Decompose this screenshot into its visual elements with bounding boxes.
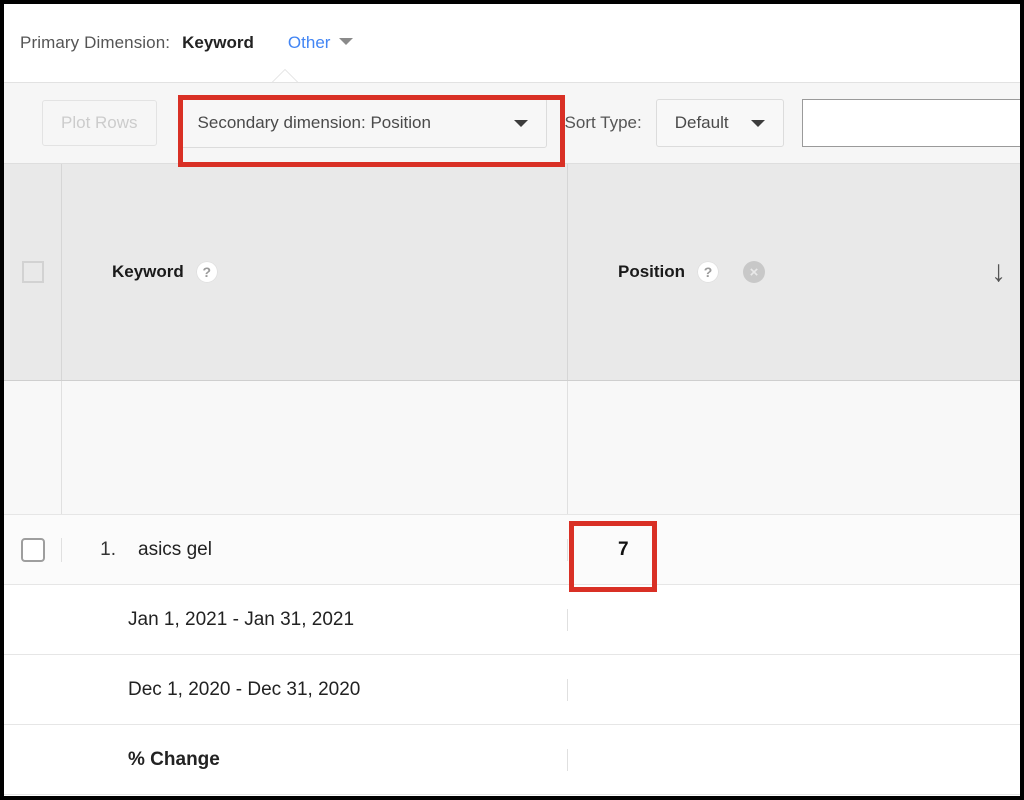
header-cell-position[interactable]: Position ? × ↓ <box>568 164 1020 380</box>
table-row-subperiod: Jan 1, 2021 - Jan 31, 2021 <box>4 585 1020 655</box>
primary-dimension-value[interactable]: Keyword <box>182 33 254 53</box>
table-row-totals <box>4 381 1020 515</box>
plot-rows-button[interactable]: Plot Rows <box>42 100 157 146</box>
help-icon[interactable]: ? <box>697 261 720 283</box>
chevron-down-icon <box>339 38 354 45</box>
table-row-subperiod: Dec 1, 2020 - Dec 31, 2020 <box>4 655 1020 725</box>
row-checkbox-cell <box>4 381 62 514</box>
search-input[interactable] <box>801 99 1020 147</box>
header-label-position: Position <box>618 262 686 281</box>
row-daterange-cell: Jan 1, 2021 - Jan 31, 2021 <box>62 608 568 631</box>
plot-rows-label: Plot Rows <box>61 113 138 132</box>
row-keyword-text[interactable]: asics gel <box>138 539 212 561</box>
select-all-checkbox[interactable] <box>21 261 44 283</box>
header-label-keyword: Keyword <box>112 262 184 281</box>
chevron-down-icon <box>750 119 765 127</box>
table-row-percent-change: % Change <box>4 725 1020 795</box>
row-checkbox[interactable] <box>20 537 45 562</box>
row-daterange-text: Jan 1, 2021 - Jan 31, 2021 <box>128 608 355 630</box>
sort-type-button[interactable]: Default <box>655 99 784 147</box>
row-daterange-text: Dec 1, 2020 - Dec 31, 2020 <box>128 678 361 700</box>
primary-dimension-label: Primary Dimension: <box>20 33 171 52</box>
chevron-down-icon <box>513 119 528 127</box>
other-dimension-label: Other <box>287 33 331 52</box>
sort-descending-arrow-icon[interactable]: ↓ <box>991 257 1006 287</box>
row-percent-change-cell: % Change <box>62 748 568 771</box>
row-index: 1. <box>100 538 116 560</box>
remove-secondary-dimension-icon[interactable]: × <box>743 261 766 283</box>
table-header-row: Keyword ? Position ? × ↓ <box>4 164 1020 381</box>
totals-position-cell <box>568 381 1020 514</box>
row-daterange-cell: Dec 1, 2020 - Dec 31, 2020 <box>62 678 568 701</box>
report-table: Keyword ? Position ? × ↓ 1. asics gel 7 … <box>4 164 1020 795</box>
sort-type-value: Default <box>674 113 729 132</box>
row-percent-change-label: % Change <box>128 748 220 770</box>
sort-type-label: Sort Type: <box>564 113 642 132</box>
report-toolbar: Plot Rows Secondary dimension: Position … <box>4 82 1020 164</box>
help-icon[interactable]: ? <box>195 261 218 283</box>
analytics-report-screen: Primary Dimension: Keyword Other Plot Ro… <box>0 0 1024 800</box>
row-position-value: 7 <box>618 538 629 560</box>
primary-dimension-bar: Primary Dimension: Keyword Other <box>4 4 1020 83</box>
other-dimension-link[interactable]: Other <box>288 33 354 53</box>
header-cell-keyword[interactable]: Keyword ? <box>62 164 568 380</box>
secondary-dimension-button[interactable]: Secondary dimension: Position <box>178 98 547 148</box>
row-position-cell: 7 <box>568 539 1020 561</box>
select-all-cell <box>4 164 62 380</box>
row-checkbox-cell <box>4 537 62 562</box>
secondary-dimension-label: Secondary dimension: Position <box>197 113 431 132</box>
totals-keyword-cell <box>62 381 568 514</box>
row-keyword-cell: 1. asics gel <box>62 538 568 561</box>
table-row[interactable]: 1. asics gel 7 <box>4 515 1020 585</box>
